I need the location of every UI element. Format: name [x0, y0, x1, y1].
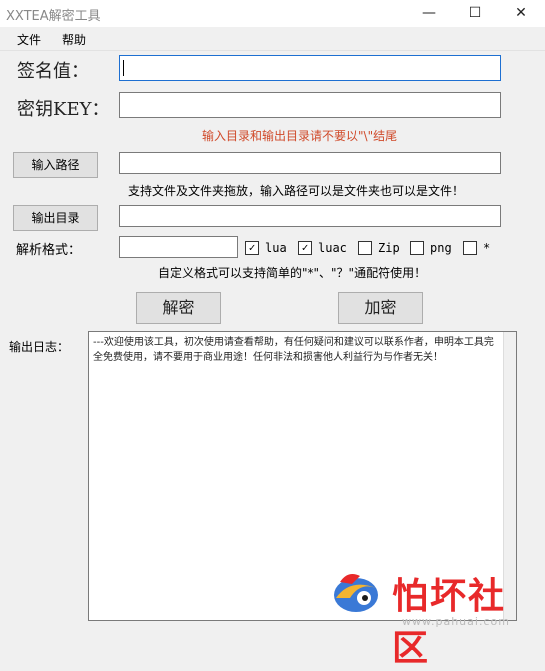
key-input[interactable]: [119, 92, 501, 118]
menu-file[interactable]: 文件: [17, 31, 41, 48]
checkbox-icon: [358, 241, 372, 255]
menu-help[interactable]: 帮助: [62, 31, 86, 48]
encrypt-button[interactable]: 加密: [338, 292, 423, 324]
checkbox-label: png: [430, 241, 452, 255]
checkbox-icon: [410, 241, 424, 255]
checkbox-label: Zip: [378, 241, 400, 255]
watermark-url: www.pahuai.com: [402, 615, 510, 628]
checkbox-icon: [463, 241, 477, 255]
format-checkbox-lua[interactable]: ✓ lua: [245, 240, 287, 256]
format-checkbox-any[interactable]: *: [463, 240, 490, 256]
key-label: 密钥KEY：: [17, 99, 110, 120]
checkbox-icon: ✓: [245, 241, 259, 255]
sign-label: 签名值：: [17, 61, 89, 82]
input-path-field[interactable]: [119, 152, 501, 174]
sign-input[interactable]: [119, 55, 501, 81]
maximize-button[interactable]: ☐: [452, 0, 498, 27]
format-label: 解析格式：: [16, 243, 82, 258]
input-path-hint: 支持文件及文件夹拖放，输入路径可以是文件夹也可以是文件！: [128, 184, 465, 198]
menu-bar: 文件 帮助: [0, 27, 545, 51]
format-checkbox-zip[interactable]: Zip: [358, 240, 400, 256]
path-warning: 输入目录和输出目录请不要以"\"结尾: [202, 129, 398, 143]
log-text: ---欢迎使用该工具，初次使用请查看帮助，有任何疑问和建议可以联系作者，申明本工…: [93, 337, 494, 363]
checkbox-icon: ✓: [298, 241, 312, 255]
input-path-button[interactable]: 输入路径: [13, 152, 98, 178]
pahuai-logo-icon: [334, 574, 378, 612]
output-dir-field[interactable]: [119, 205, 501, 227]
format-checkbox-luac[interactable]: ✓ luac: [298, 240, 347, 256]
checkbox-label: *: [483, 241, 491, 255]
format-checkbox-png[interactable]: png: [410, 240, 452, 256]
log-label: 输出日志：: [9, 340, 70, 354]
format-hint: 自定义格式可以支持简单的"*"、"？"通配符使用！: [158, 266, 427, 280]
checkbox-label: lua: [265, 241, 287, 255]
window-title: XXTEA解密工具: [6, 9, 101, 24]
title-bar: XXTEA解密工具 — ☐ ✕: [0, 0, 545, 27]
close-button[interactable]: ✕: [498, 0, 544, 27]
minimize-button[interactable]: —: [406, 0, 452, 27]
output-dir-button[interactable]: 输出目录: [13, 205, 98, 231]
decrypt-button[interactable]: 解密: [136, 292, 221, 324]
checkbox-label: luac: [318, 241, 347, 255]
watermark: 怕坏社区 www.pahuai.com: [330, 565, 542, 669]
text-caret: [123, 60, 124, 76]
format-input[interactable]: [119, 236, 238, 258]
